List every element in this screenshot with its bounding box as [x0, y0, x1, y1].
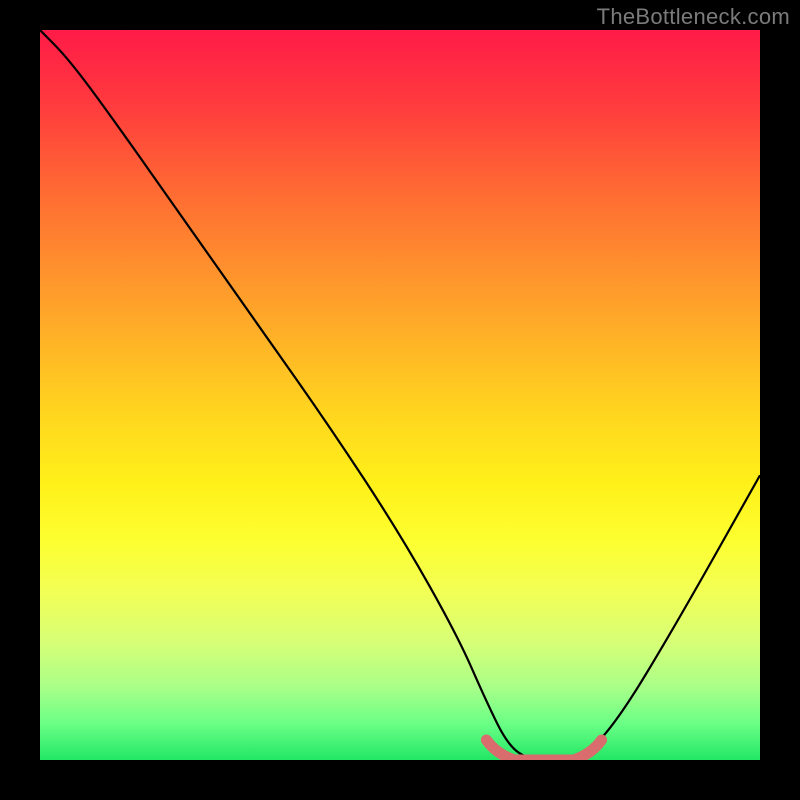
trough-highlight [486, 740, 601, 760]
curve-svg [40, 30, 760, 760]
plot-area [40, 30, 760, 760]
bottleneck-curve-line [40, 30, 760, 760]
watermark-text: TheBottleneck.com [597, 4, 790, 30]
chart-frame: TheBottleneck.com [0, 0, 800, 800]
